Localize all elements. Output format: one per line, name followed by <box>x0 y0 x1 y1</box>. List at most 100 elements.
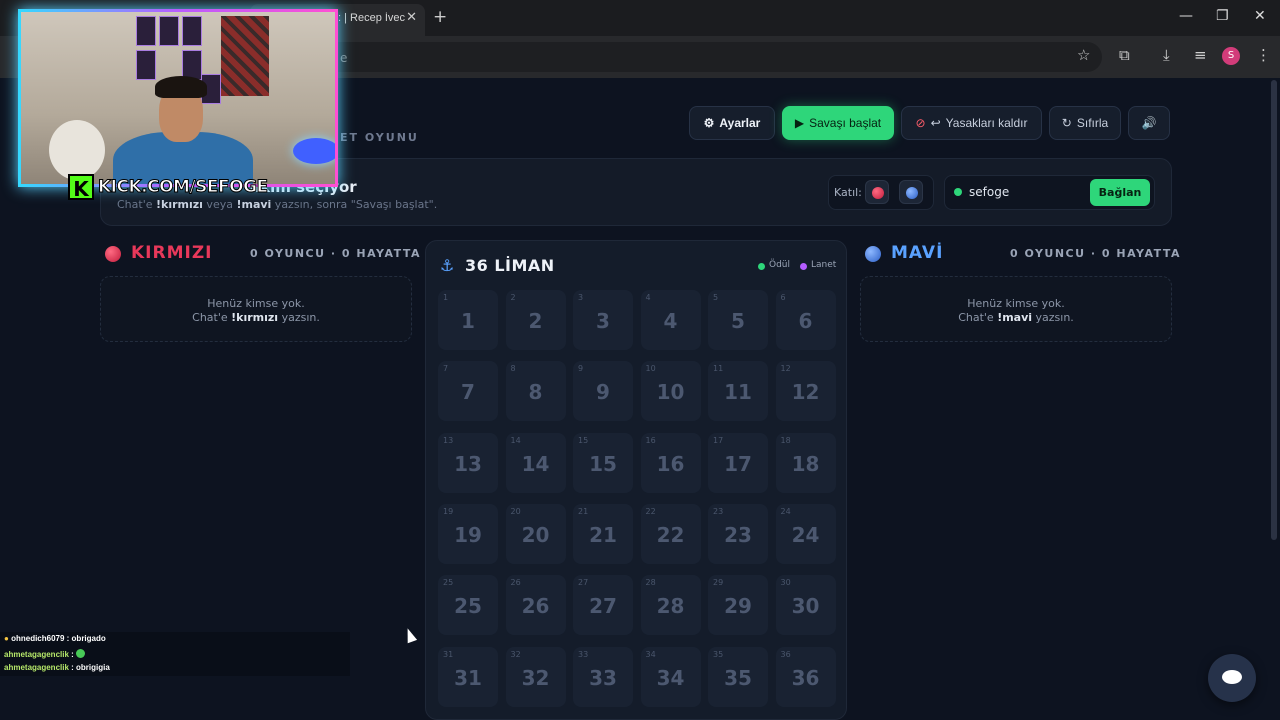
join-blue-button[interactable] <box>899 180 923 204</box>
tab-title: : | Recep İvec <box>338 12 406 24</box>
port-cell-index: 5 <box>713 293 719 302</box>
port-cell-26[interactable]: 26 26 <box>505 575 566 636</box>
url-input[interactable] <box>320 42 1102 72</box>
mouse-cursor-icon <box>402 626 418 644</box>
port-cell-number: 13 <box>454 451 482 476</box>
port-cell-number: 23 <box>724 522 752 547</box>
port-cell-23[interactable]: 23 23 <box>708 503 768 564</box>
chat-username: ahmetagagenclik <box>4 650 69 659</box>
port-cell-2[interactable]: 22 <box>505 290 566 350</box>
port-cell-index: 34 <box>645 649 656 659</box>
port-cell-number: 32 <box>521 665 550 690</box>
chat-widget-button[interactable] <box>1208 654 1256 702</box>
unban-button[interactable]: ⊘ ↩ Yasakları kaldır <box>901 106 1042 140</box>
port-cell-36[interactable]: 36 36 <box>775 646 836 707</box>
chat-message: ● ohnedich6079 : obrigado <box>4 634 106 643</box>
new-tab-icon[interactable]: + <box>433 7 447 27</box>
port-cell-number: 3 <box>596 309 610 333</box>
port-cell-9[interactable]: 99 <box>573 361 633 422</box>
connect-button[interactable]: Bağlan <box>1090 179 1150 206</box>
port-cell-index: 30 <box>780 578 791 588</box>
port-cell-32[interactable]: 32 32 <box>505 646 566 707</box>
port-cell-33[interactable]: 33 33 <box>573 646 633 707</box>
port-cell-number: 24 <box>791 522 820 547</box>
port-cell-5[interactable]: 55 <box>708 290 768 350</box>
streamer-hair <box>155 76 207 98</box>
page-scrollbar[interactable] <box>1271 80 1277 540</box>
port-cell-number: 27 <box>589 594 617 619</box>
media-icon[interactable]: ≡ <box>1194 46 1207 64</box>
port-cell-18[interactable]: 18 18 <box>775 432 836 493</box>
kick-logo-icon: K <box>68 174 94 201</box>
port-cell-4[interactable]: 44 <box>640 290 701 350</box>
port-cell-31[interactable]: 31 31 <box>438 646 498 707</box>
sound-button[interactable]: 🔊 <box>1128 106 1170 140</box>
port-cell-index: 27 <box>578 578 589 588</box>
ring-light <box>293 138 335 164</box>
port-cell-index: 9 <box>578 364 584 374</box>
profile-avatar[interactable]: S <box>1222 47 1240 65</box>
port-cell-index: 32 <box>510 649 521 659</box>
reward-legend-icon <box>758 263 765 270</box>
port-cell-number: 25 <box>454 594 482 619</box>
start-battle-button[interactable]: ▶ Savaşı başlat <box>782 106 894 140</box>
play-icon: ▶ <box>794 116 805 130</box>
port-cell-10[interactable]: 10 10 <box>640 361 701 422</box>
port-cell-19[interactable]: 19 19 <box>438 503 498 564</box>
port-cell-number: 29 <box>724 594 752 619</box>
port-cell-index: 28 <box>645 578 656 588</box>
maximize-icon[interactable]: ❐ <box>1216 8 1229 24</box>
close-window-icon[interactable]: ✕ <box>1254 8 1266 24</box>
port-cell-25[interactable]: 25 25 <box>438 575 498 636</box>
download-icon[interactable]: ⤓ <box>1163 46 1170 64</box>
port-cell-22[interactable]: 22 22 <box>640 503 701 564</box>
chat-badge-icon: ● <box>4 634 9 643</box>
port-cell-28[interactable]: 28 28 <box>640 575 701 636</box>
port-cell-index: 33 <box>578 649 589 659</box>
settings-button[interactable]: ⚙ Ayarlar <box>689 106 775 140</box>
port-cell-8[interactable]: 88 <box>505 361 566 422</box>
bookmark-star-icon[interactable]: ☆ <box>1077 46 1090 64</box>
port-cell-12[interactable]: 12 12 <box>775 361 836 422</box>
port-cell-17[interactable]: 17 17 <box>708 432 768 493</box>
port-cell-index: 12 <box>780 364 791 374</box>
menu-icon[interactable]: ⋮ <box>1256 46 1271 64</box>
port-cell-34[interactable]: 34 34 <box>640 646 701 707</box>
port-cell-13[interactable]: 13 13 <box>438 432 498 493</box>
minimize-icon[interactable]: — <box>1179 8 1193 24</box>
join-red-button[interactable] <box>865 180 889 204</box>
chat-text: obrigigia <box>76 663 110 672</box>
port-cell-27[interactable]: 27 27 <box>573 575 633 636</box>
port-cell-index: 2 <box>510 293 516 302</box>
port-cell-number: 11 <box>724 380 752 405</box>
url-text: e <box>340 51 348 65</box>
port-cell-21[interactable]: 21 21 <box>573 503 633 564</box>
chat-bubble-icon <box>1222 670 1242 684</box>
reset-button[interactable]: ↻ Sıfırla <box>1049 106 1121 140</box>
port-cell-29[interactable]: 29 29 <box>708 575 768 636</box>
port-cell-number: 15 <box>589 451 617 476</box>
webcam-overlay <box>18 9 338 187</box>
port-cell-7[interactable]: 77 <box>438 361 498 422</box>
port-cell-6[interactable]: 66 <box>775 290 836 350</box>
blue-team-icon <box>865 246 881 262</box>
settings-label: Ayarlar <box>719 116 761 130</box>
wall-poster <box>136 16 156 46</box>
port-cell-24[interactable]: 24 24 <box>775 503 836 564</box>
port-cell-15[interactable]: 15 15 <box>573 432 633 493</box>
port-cell-30[interactable]: 30 30 <box>775 575 836 636</box>
port-cell-number: 36 <box>791 665 820 690</box>
port-cell-11[interactable]: 11 11 <box>708 361 768 422</box>
port-cell-16[interactable]: 16 16 <box>640 432 701 493</box>
port-cell-14[interactable]: 14 14 <box>505 432 566 493</box>
connection-status-icon <box>954 188 962 196</box>
chat-username: ohnedich6079 <box>11 634 65 643</box>
chat-message: ahmetagagenclik : <box>4 649 86 659</box>
port-cell-3[interactable]: 33 <box>573 290 633 350</box>
close-tab-icon[interactable]: ✕ <box>406 10 417 25</box>
port-cell-1[interactable]: 11 <box>438 290 498 350</box>
port-cell-35[interactable]: 35 35 <box>708 646 768 707</box>
extensions-icon[interactable]: ⧉ <box>1119 46 1130 64</box>
port-cell-20[interactable]: 20 20 <box>505 503 566 564</box>
port-cell-number: 1 <box>461 309 475 333</box>
